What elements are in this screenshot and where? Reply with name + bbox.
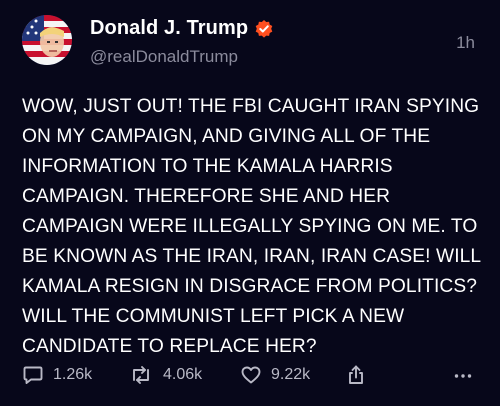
repost-arrows-icon: [128, 364, 154, 386]
like-button[interactable]: 9.22k: [240, 364, 310, 386]
verified-badge-icon: [254, 19, 274, 39]
author-display-name[interactable]: Donald J. Trump: [90, 17, 248, 40]
heart-icon: [240, 364, 262, 386]
share-upload-icon: [345, 364, 367, 386]
repost-button[interactable]: 4.06k: [128, 364, 202, 386]
more-options-button[interactable]: [452, 364, 474, 386]
post-text: WOW, JUST OUT! THE FBI CAUGHT IRAN SPYIN…: [22, 96, 482, 357]
reply-count: 1.26k: [53, 366, 93, 383]
author-handle[interactable]: @realDonaldTrump: [90, 47, 238, 67]
reply-bubble-icon: [22, 364, 44, 386]
repost-count: 4.06k: [163, 366, 203, 383]
like-count: 9.22k: [271, 366, 311, 383]
post-card: Donald J. Trump @realDonaldTrump 1h WOW,…: [0, 0, 500, 406]
avatar[interactable]: [22, 15, 72, 65]
reply-button[interactable]: 1.26k: [22, 364, 92, 386]
author-name-row: Donald J. Trump: [90, 17, 274, 40]
more-dots-icon: [452, 364, 474, 386]
action-bar: 1.26k 4.06k 9.22k: [0, 364, 500, 392]
share-button[interactable]: [345, 364, 367, 386]
post-timestamp[interactable]: 1h: [456, 33, 475, 53]
